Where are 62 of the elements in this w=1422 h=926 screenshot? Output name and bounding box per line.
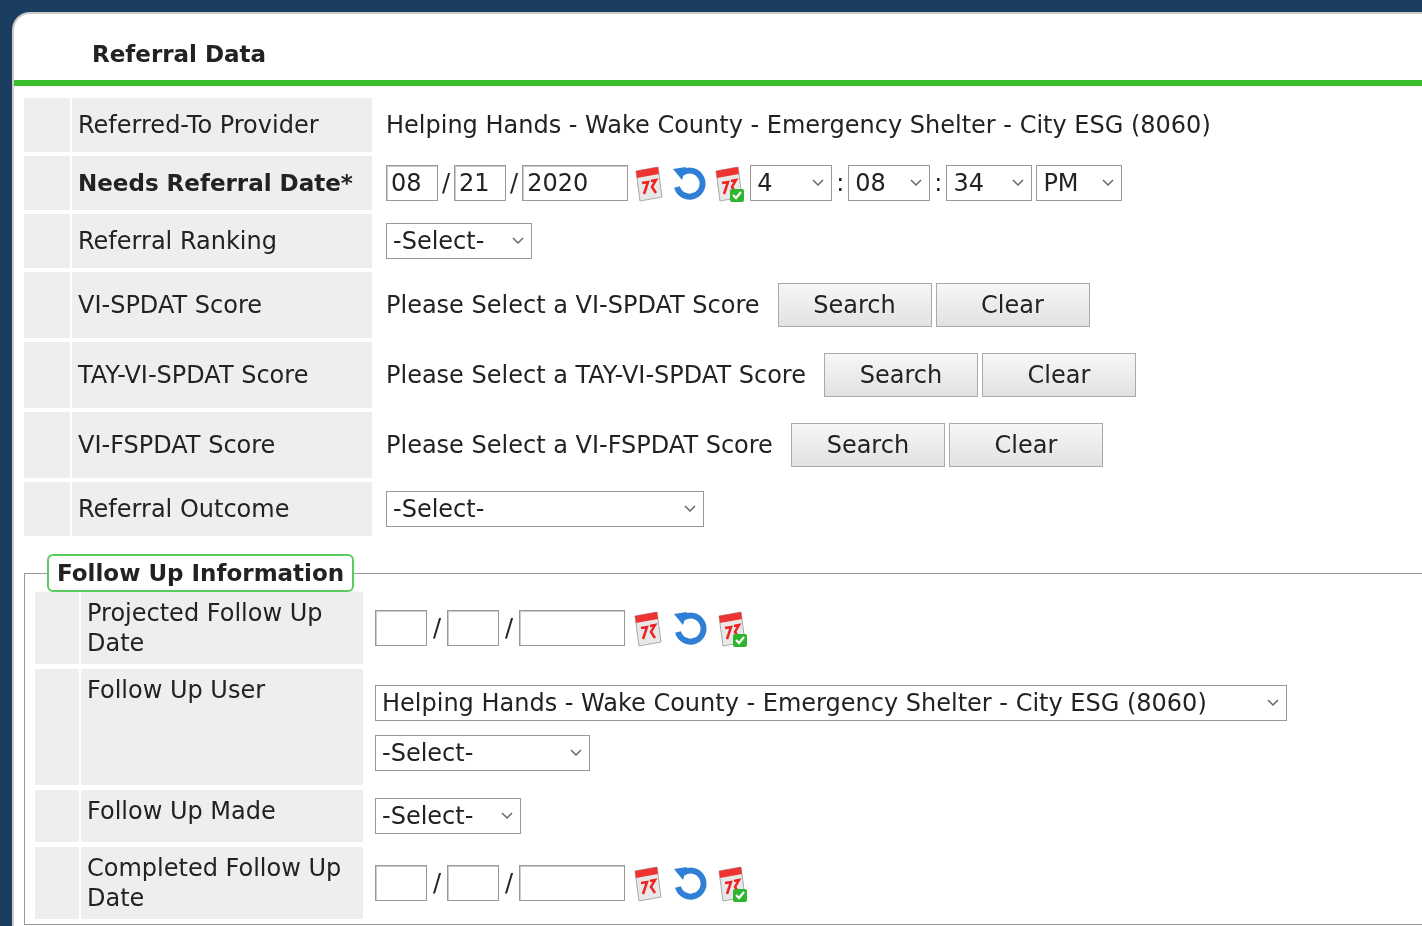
field-label: VI-FSPDAT Score (72, 412, 372, 478)
search-button[interactable]: Search (823, 353, 978, 397)
month-field[interactable] (375, 865, 427, 901)
field-label: TAY-VI-SPDAT Score (72, 342, 372, 408)
clear-button[interactable]: Clear (981, 353, 1136, 397)
select-dropdown[interactable]: -Select- (386, 491, 704, 527)
field-label: Referral Outcome (72, 482, 372, 536)
clear-button[interactable]: Clear (935, 283, 1090, 327)
clear-button[interactable]: Clear (948, 423, 1103, 467)
field-label: Referred-To Provider (72, 98, 372, 152)
calendar-check-icon[interactable] (712, 163, 747, 203)
select-dropdown[interactable]: Helping Hands - Wake County - Emergency Shelter - City ESG (8060) (375, 685, 1287, 721)
chevron-down-icon (811, 178, 826, 188)
calendar-check-icon[interactable] (715, 608, 750, 648)
select-dropdown[interactable]: -Select- (375, 798, 521, 834)
year-field[interactable] (519, 610, 626, 646)
select-dropdown[interactable]: -Select- (375, 735, 590, 771)
chevron-down-icon (511, 236, 525, 246)
field-label: Referral Ranking (72, 214, 372, 268)
field-label: VI-SPDAT Score (72, 272, 372, 338)
select-dropdown[interactable]: 34 (946, 165, 1033, 201)
chevron-down-icon (1266, 698, 1280, 708)
chevron-down-icon (1101, 178, 1116, 188)
calendar-check-icon[interactable] (715, 863, 750, 903)
field-label: Completed Follow Up Date (81, 847, 363, 919)
time-separator: : (836, 169, 845, 197)
chevron-down-icon (683, 504, 697, 514)
field-label: Needs Referral Date* (72, 156, 372, 210)
provider-name: Helping Hands - Wake County - Emergency Shelter - City ESG (8060) (386, 111, 1211, 139)
date-separator: / (505, 869, 514, 897)
day-field[interactable] (447, 865, 500, 901)
search-button[interactable]: Search (777, 283, 932, 327)
year-field[interactable] (519, 865, 626, 901)
day-field[interactable] (447, 610, 500, 646)
field-label: Follow Up Made (81, 790, 363, 842)
select-dropdown[interactable]: PM (1036, 165, 1123, 201)
field-label: Follow Up User (81, 669, 363, 785)
field-label: Projected Follow Up Date (81, 592, 363, 664)
score-prompt: Please Select a VI-SPDAT Score (386, 291, 760, 319)
select-dropdown[interactable]: 08 (848, 165, 931, 201)
year-field[interactable]: 2020 (522, 165, 629, 201)
search-button[interactable]: Search (790, 423, 945, 467)
fieldset-legend: Follow Up Information (47, 554, 355, 592)
select-dropdown[interactable]: 4 (750, 165, 833, 201)
chevron-down-icon (569, 748, 583, 758)
chevron-down-icon (1011, 178, 1026, 188)
chevron-down-icon (500, 811, 514, 821)
date-separator: / (505, 614, 514, 642)
row-marker-cell (35, 592, 79, 664)
day-field[interactable]: 21 (454, 165, 507, 201)
month-field[interactable] (375, 610, 427, 646)
time-separator: : (934, 169, 943, 197)
score-prompt: Please Select a VI-FSPDAT Score (386, 431, 773, 459)
score-prompt: Please Select a TAY-VI-SPDAT Score (386, 361, 806, 389)
section-title: Referral Data (91, 40, 267, 69)
date-separator: / (433, 614, 442, 642)
select-dropdown[interactable]: -Select- (386, 223, 532, 259)
date-separator: / (442, 169, 451, 197)
month-field[interactable]: 08 (386, 165, 438, 201)
date-separator: / (510, 169, 519, 197)
chevron-down-icon (909, 178, 924, 188)
date-separator: / (433, 869, 442, 897)
